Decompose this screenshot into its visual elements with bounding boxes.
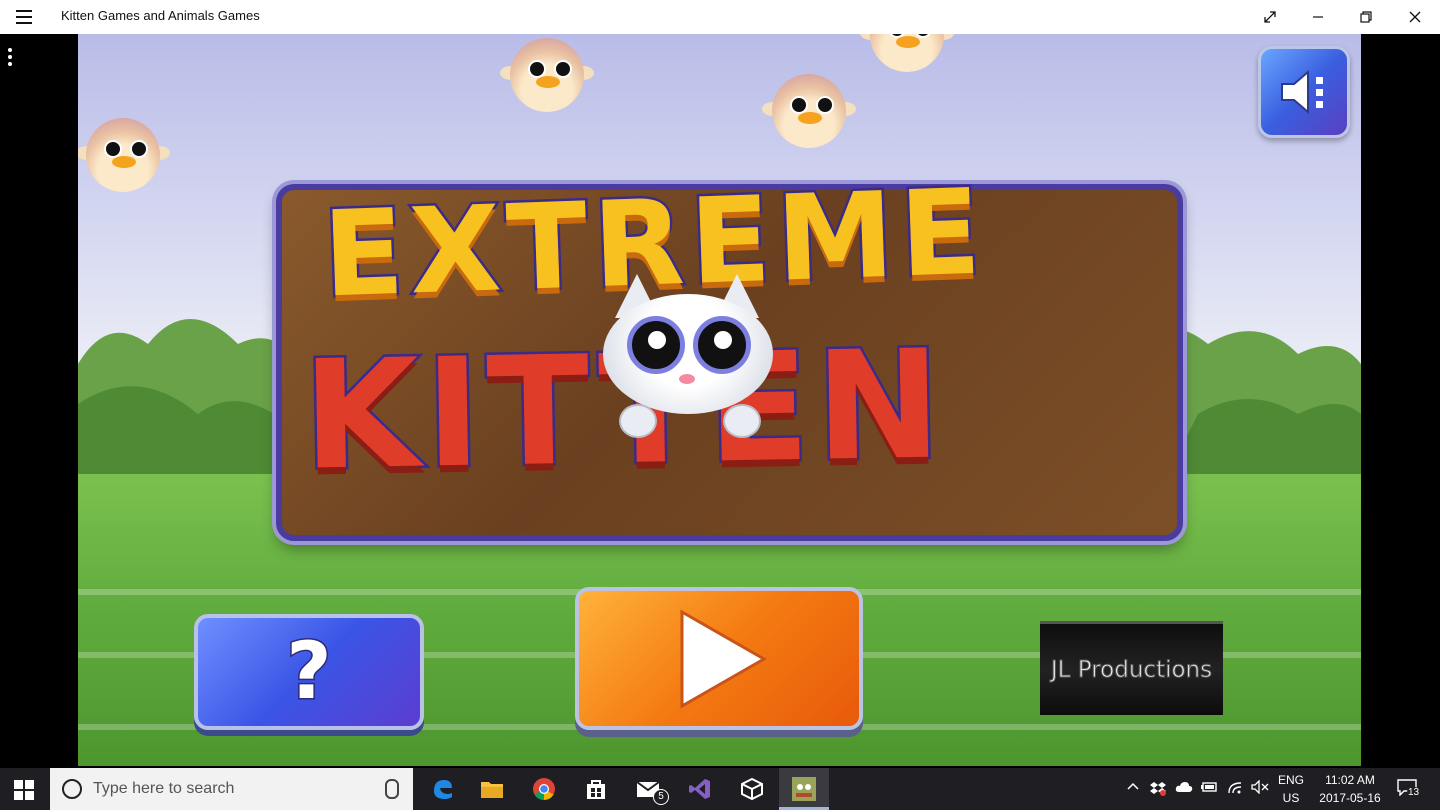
jl-productions-badge[interactable]: JL Productions: [1040, 621, 1223, 715]
store-icon[interactable]: [580, 773, 612, 805]
windows-start-icon[interactable]: [14, 780, 34, 800]
microphone-icon[interactable]: [385, 779, 399, 799]
package-icon[interactable]: [736, 773, 768, 805]
onedrive-icon[interactable]: [1175, 780, 1193, 796]
minimize-icon[interactable]: [1295, 0, 1341, 34]
bird-character: [762, 62, 856, 152]
language-code: ENG: [1277, 773, 1304, 787]
game-app-icon[interactable]: [788, 773, 820, 805]
dropbox-icon[interactable]: [1150, 780, 1166, 796]
mail-icon[interactable]: 5: [633, 773, 669, 805]
taskbar: Type here to search 5 ENG US 11:02 AM 20…: [0, 768, 1440, 810]
chrome-icon[interactable]: [528, 773, 560, 805]
battery-icon[interactable]: [1200, 780, 1217, 796]
speaker-icon: [1281, 69, 1323, 115]
bird-character: [860, 34, 954, 76]
more-options-icon[interactable]: [7, 48, 13, 70]
language-region: US: [1282, 791, 1300, 805]
game-canvas[interactable]: EXTREME KITTEN ? JL Productions: [78, 34, 1361, 766]
action-center-icon[interactable]: 13: [1396, 778, 1422, 800]
visual-studio-icon[interactable]: [684, 773, 716, 805]
expand-icon[interactable]: [1247, 0, 1293, 34]
bird-character: [78, 106, 170, 196]
language-indicator[interactable]: ENG US: [1276, 771, 1306, 807]
play-button[interactable]: [575, 587, 863, 730]
search-placeholder: Type here to search: [93, 780, 235, 797]
mail-badge: 5: [653, 789, 669, 805]
volume-muted-icon[interactable]: [1251, 779, 1269, 796]
sound-toggle-button[interactable]: [1258, 46, 1350, 138]
kitten-mascot: [593, 274, 783, 444]
system-clock[interactable]: 11:02 AM 2017-05-16: [1312, 771, 1388, 807]
restore-icon[interactable]: [1343, 0, 1389, 34]
cortana-icon: [62, 779, 82, 799]
title-bar: Kitten Games and Animals Games: [0, 0, 1440, 34]
taskbar-search-box[interactable]: Type here to search: [50, 768, 413, 810]
help-button[interactable]: ?: [194, 614, 424, 730]
help-button-label: ?: [285, 626, 333, 719]
close-icon[interactable]: [1392, 0, 1438, 34]
credit-text: JL Productions: [1050, 656, 1213, 683]
play-icon: [680, 608, 768, 709]
edge-icon[interactable]: [427, 773, 459, 805]
clock-time: 11:02 AM: [1325, 773, 1375, 787]
wifi-icon[interactable]: [1227, 780, 1243, 796]
clock-date: 2017-05-16: [1319, 791, 1381, 805]
chevron-up-icon[interactable]: [1125, 780, 1141, 796]
file-explorer-icon[interactable]: [476, 773, 508, 805]
bird-character: [500, 34, 594, 116]
notification-count: 13: [1407, 787, 1421, 798]
window-title: Kitten Games and Animals Games: [61, 8, 260, 23]
hamburger-menu-icon[interactable]: [16, 10, 32, 24]
